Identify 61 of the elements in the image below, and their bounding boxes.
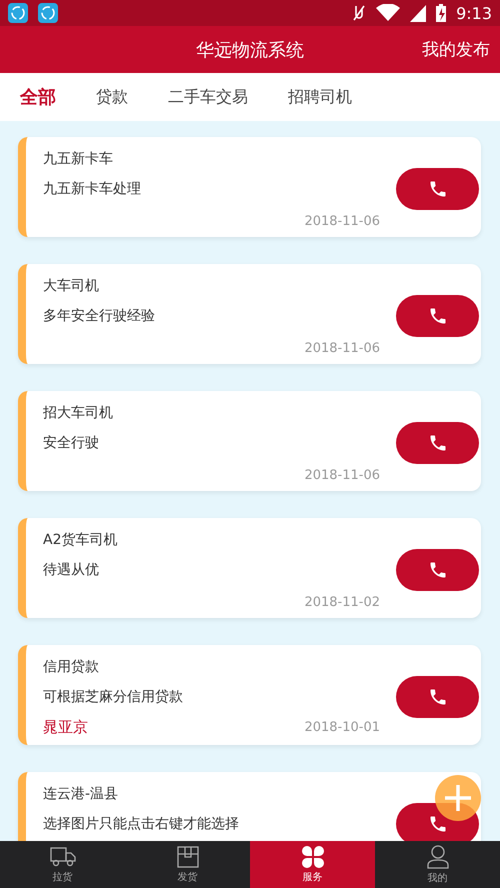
mute-icon — [352, 4, 366, 22]
post-date: 2018-11-06 — [304, 214, 380, 229]
nav-label: 我的 — [428, 872, 448, 884]
call-button[interactable] — [396, 295, 479, 337]
post-date: 2018-10-01 — [304, 720, 380, 735]
category-tab[interactable]: 二手车交易 — [168, 86, 248, 108]
post-card[interactable]: 九五新卡车 九五新卡车处理 2018-11-06 — [18, 137, 481, 237]
wifi-icon — [376, 4, 400, 22]
contact-name: 晁亚京 — [43, 718, 88, 737]
app-title: 华远物流系统 — [196, 38, 304, 62]
post-title: 大车司机 — [43, 277, 100, 296]
phone-icon — [428, 433, 448, 453]
phone-icon — [428, 687, 448, 707]
box-icon — [176, 846, 198, 868]
nav-label: 服务 — [302, 870, 322, 884]
nav-tab[interactable]: 服务 — [250, 841, 375, 888]
post-card[interactable]: 招大车司机 安全行驶 2018-11-06 — [18, 391, 481, 491]
nav-label: 发货 — [178, 870, 198, 884]
phone-icon — [428, 179, 448, 199]
signal-icon — [410, 4, 426, 22]
post-card[interactable]: A2货车司机 待遇从优 2018-11-02 — [18, 518, 481, 618]
nav-tab[interactable]: 我的 — [375, 841, 500, 888]
call-button[interactable] — [396, 549, 479, 591]
post-date: 2018-11-06 — [304, 468, 380, 483]
category-tab[interactable]: 贷款 — [96, 86, 128, 108]
battery-icon — [436, 4, 446, 22]
post-title: 连云港-温县 — [43, 785, 120, 804]
person-icon — [426, 844, 448, 868]
post-date: 2018-11-02 — [304, 595, 380, 610]
post-description: 安全行驶 — [43, 434, 100, 452]
post-title: A2货车司机 — [43, 531, 118, 550]
call-button[interactable] — [396, 422, 479, 464]
post-description: 可根据芝麻分信用贷款 — [43, 688, 184, 706]
post-title: 信用贷款 — [43, 658, 100, 677]
clover-icon — [302, 846, 324, 868]
post-title: 九五新卡车 — [43, 150, 114, 169]
post-description: 多年安全行驶经验 — [43, 307, 156, 325]
plus-icon — [444, 784, 472, 812]
category-tab[interactable]: 招聘司机 — [288, 86, 352, 108]
nav-label: 拉货 — [52, 870, 72, 884]
phone-icon — [428, 306, 448, 326]
post-card[interactable]: 大车司机 多年安全行驶经验 2018-11-06 — [18, 264, 481, 364]
post-description: 九五新卡车处理 — [43, 180, 142, 198]
post-card[interactable]: 连云港-温县 选择图片只能点击右键才能选择 — [18, 772, 481, 841]
nav-tab[interactable]: 拉货 — [0, 841, 125, 888]
post-description: 选择图片只能点击右键才能选择 — [43, 815, 240, 833]
category-tab[interactable]: 全部 — [20, 85, 56, 109]
truck-icon — [50, 846, 76, 868]
clock-time: 9:13 — [456, 4, 492, 22]
my-posts-link[interactable]: 我的发布 — [422, 38, 490, 61]
post-date: 2018-11-06 — [304, 341, 380, 356]
app-icon — [8, 3, 28, 23]
nav-tab[interactable]: 发货 — [125, 841, 250, 888]
post-card[interactable]: 信用贷款 可根据芝麻分信用贷款 晁亚京 2018-10-01 — [18, 645, 481, 745]
phone-icon — [428, 560, 448, 580]
call-button[interactable] — [396, 168, 479, 210]
call-button[interactable] — [396, 676, 479, 718]
phone-icon — [428, 814, 448, 834]
post-description: 待遇从优 — [43, 561, 100, 579]
app-icon — [38, 3, 58, 23]
post-title: 招大车司机 — [43, 404, 114, 423]
